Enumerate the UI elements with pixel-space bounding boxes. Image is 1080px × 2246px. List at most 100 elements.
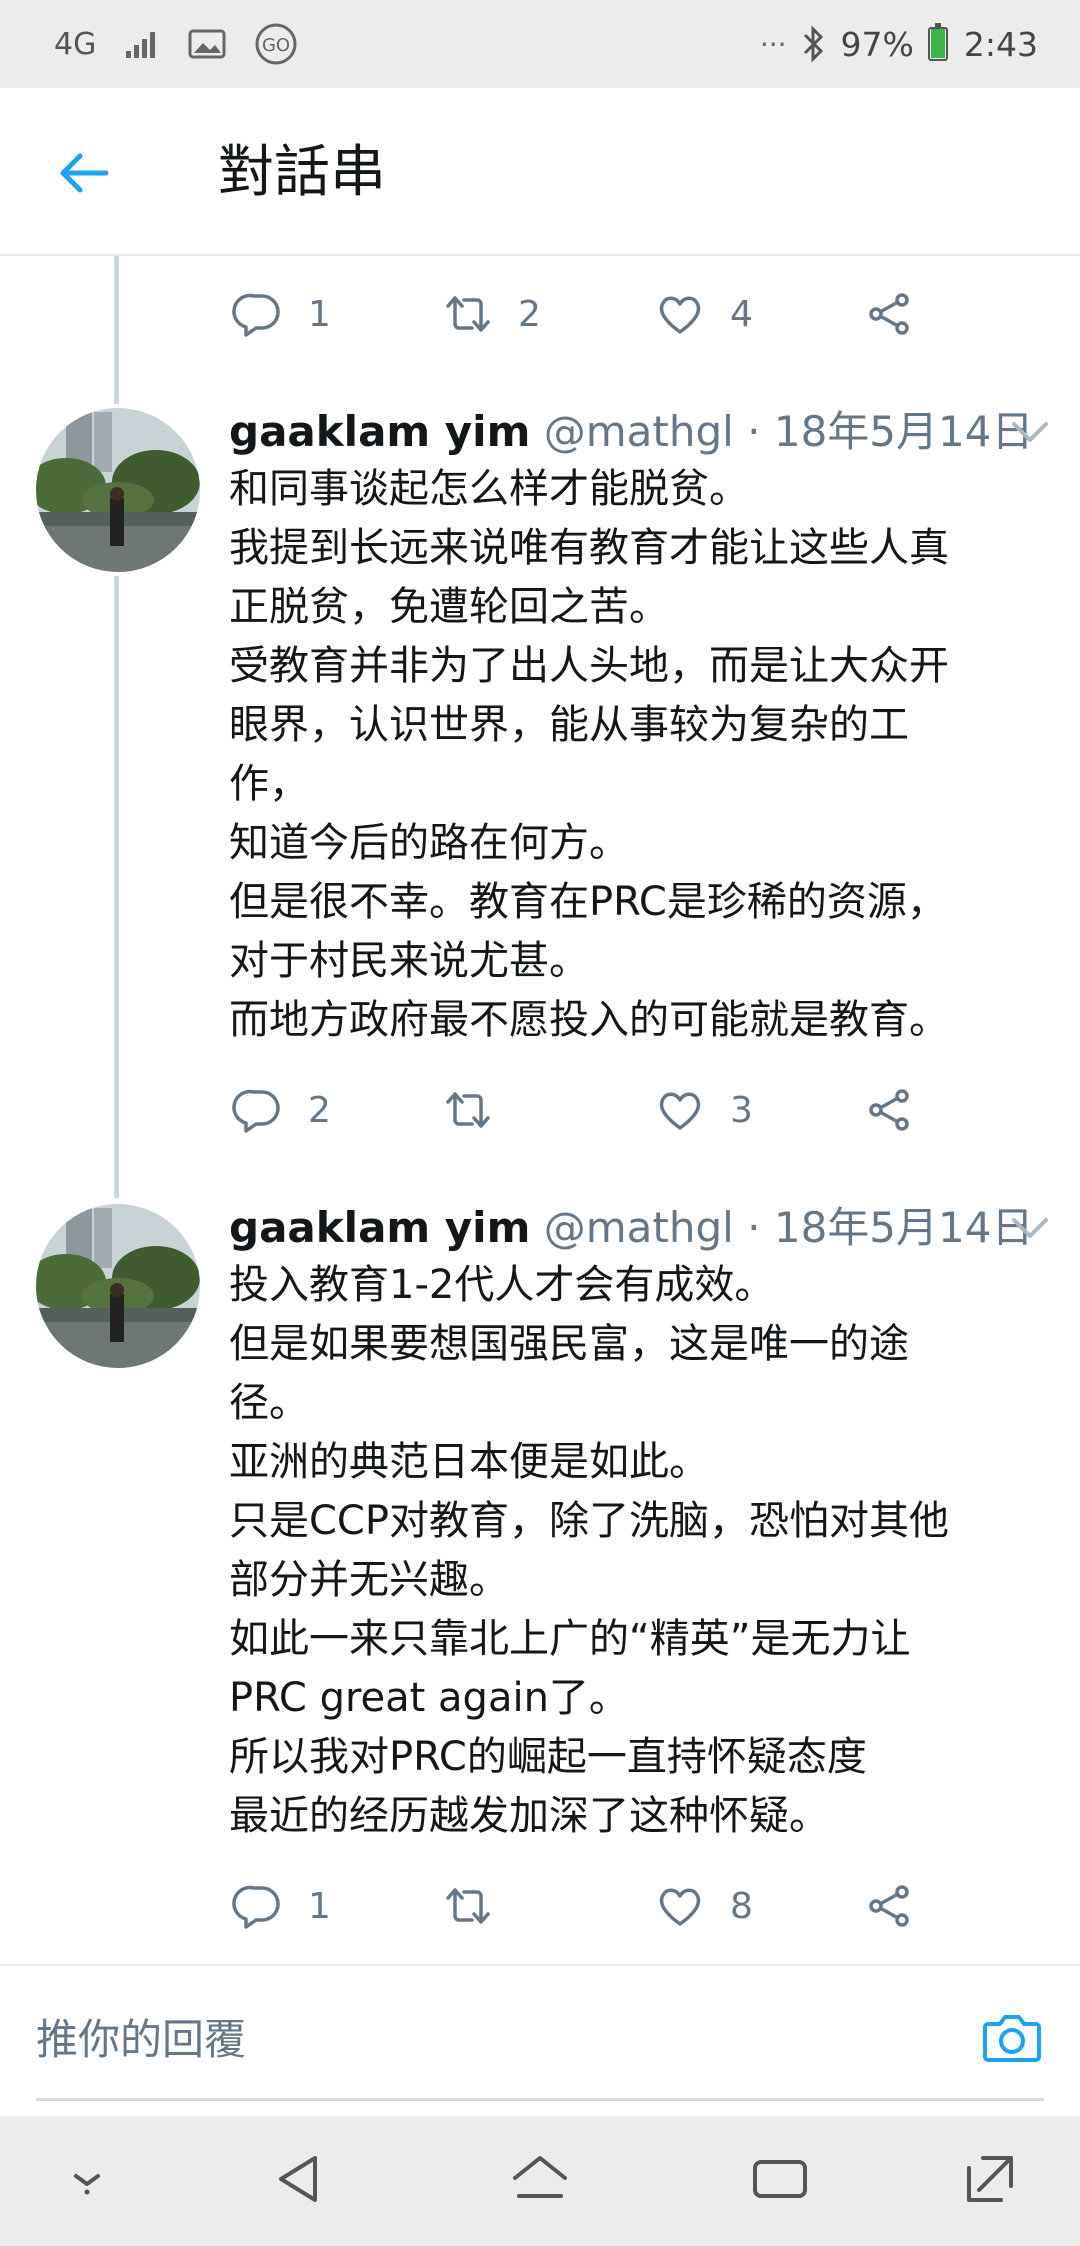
tweet-line: 如此一来只靠北上广的“精英”是无力让 [229,1616,911,1662]
tweet-line: 部分并无兴趣。 [229,1557,509,1603]
retweet-button[interactable] [442,1876,518,1936]
battery-fill [930,28,945,58]
tweet-text: 投入教育1-2代人才会有成效。 但是如果要想国强民富，这是唯一的途 径。 亚洲的… [229,1256,1049,1846]
back-button[interactable] [50,138,120,208]
tweet-header: gaaklam yim @mathgl · 18年5月14日 [229,1198,1049,1258]
retweet-icon [446,296,490,332]
retweet-button[interactable] [442,1080,518,1140]
camera-button[interactable] [980,2006,1044,2070]
user-name[interactable]: gaaklam yim [229,1203,530,1252]
tweet-line: 亚洲的典范日本便是如此。 [229,1439,709,1485]
battery-icon [927,23,948,61]
user-handle[interactable]: @mathgl [544,407,734,456]
system-nav-bar [0,2116,1080,2246]
retweet-count: 2 [518,293,541,335]
avatar-photo [36,408,200,572]
status-bar: 4G GO ··· 97% 2:43 [0,0,1080,88]
tweet-line: 最近的经历越发加深了这种怀疑。 [229,1793,829,1839]
retweet-button[interactable]: 2 [442,284,541,344]
expand-icon [967,2156,1013,2202]
gallery-icon [188,29,226,59]
share-icon [869,293,909,335]
chevron-down-icon [74,2174,100,2195]
nav-home-button[interactable] [505,2144,575,2214]
nav-expand-button[interactable] [955,2144,1025,2214]
camera-icon [983,2015,1041,2062]
reply-count: 1 [308,293,331,335]
thread-connector [114,256,119,404]
status-bar-right: ··· 97% 2:43 [760,18,1038,70]
go-app-icon: GO [255,23,297,65]
tweet-line: 眼界，认识世界，能从事较为复杂的工 [229,702,909,748]
tweet-line: 我提到长远来说唯有教育才能让这些人真 [229,525,949,571]
tweet-line: PRC great again了。 [229,1675,629,1721]
tweet-line: 径。 [229,1380,309,1426]
tweet-date[interactable]: · 18年5月14日 [747,407,1033,456]
like-count: 8 [730,1885,753,1927]
nav-back-button[interactable] [265,2144,335,2214]
reply-input[interactable]: 推你的回覆 [36,2010,246,2070]
user-handle[interactable]: @mathgl [544,1203,734,1252]
reply-icon [232,1089,280,1133]
battery-percent: 97% [840,24,914,64]
avatar[interactable] [36,408,200,572]
reply-button[interactable]: 2 [232,1080,331,1140]
reply-button[interactable]: 1 [232,1876,331,1936]
tweet-menu-button[interactable] [1010,1214,1050,1242]
share-button[interactable] [864,1080,916,1140]
hide-keyboard-button[interactable] [52,2144,122,2214]
reply-icon [232,1885,280,1929]
bluetooth-icon [803,25,823,63]
like-count: 3 [730,1089,753,1131]
tweet-actions: 1 8 [232,1876,932,1936]
tweet-line: 但是如果要想国强民富，这是唯一的途 [229,1321,909,1367]
reply-count: 2 [308,1089,331,1131]
tweet-line: 但是很不幸。教育在PRC是珍稀的资源， [229,879,947,925]
reply-count: 1 [308,1885,331,1927]
tweet-line: 所以我对PRC的崛起一直持怀疑态度 [229,1734,867,1780]
svg-text:GO: GO [262,35,290,56]
like-count: 4 [730,293,753,335]
tweet-text: 和同事谈起怎么样才能脱贫。 我提到长远来说唯有教育才能让这些人真 正脱贫，免遭轮… [229,460,1049,1050]
tweet-line: 对于村民来说尤甚。 [229,938,589,984]
reply-input-underline [36,2098,1044,2101]
share-button[interactable] [864,284,916,344]
retweet-icon [446,1092,490,1128]
tweet-line: 作， [229,761,309,807]
tweet-line: 正脱贫，免遭轮回之苦。 [229,584,669,630]
home-icon [513,2156,567,2198]
reply-button[interactable]: 1 [232,284,331,344]
tweet-line: 而地方政府最不愿投入的可能就是教育。 [229,997,949,1043]
clock: 2:43 [963,24,1038,64]
thread-connector [114,576,119,1198]
reply-icon [232,293,280,337]
heart-icon [659,1888,701,1926]
tweet-line: 知道今后的路在何方。 [229,820,629,866]
tweet-actions: 2 3 [232,1080,932,1140]
signal-icon [126,32,156,58]
recents-icon [753,2160,807,2198]
share-icon [869,1885,909,1927]
like-button[interactable]: 4 [654,284,753,344]
like-button[interactable]: 3 [654,1080,753,1140]
avatar[interactable] [36,1204,200,1368]
share-icon [869,1089,909,1131]
share-button[interactable] [864,1876,916,1936]
like-button[interactable]: 8 [654,1876,753,1936]
tweet-line: 和同事谈起怎么样才能脱贫。 [229,466,749,512]
network-type: 4G [54,26,97,62]
retweet-icon [446,1888,490,1924]
nav-recents-button[interactable] [745,2144,815,2214]
user-name[interactable]: gaaklam yim [229,407,530,456]
tweet-line: 只是CCP对教育，除了洗脑，恐怕对其他 [229,1498,949,1544]
avatar-photo [36,1204,200,1368]
chevron-down-icon [1012,1218,1048,1238]
tweet-date[interactable]: · 18年5月14日 [747,1203,1033,1252]
status-bar-left: 4G GO [54,18,298,70]
tweet-actions: 1 2 4 [232,284,932,344]
chevron-down-icon [1012,422,1048,442]
reply-bar: 推你的回覆 [0,1966,1080,2116]
tweet-menu-button[interactable] [1010,418,1050,446]
heart-icon [659,296,701,334]
triangle-back-icon [279,2156,317,2202]
